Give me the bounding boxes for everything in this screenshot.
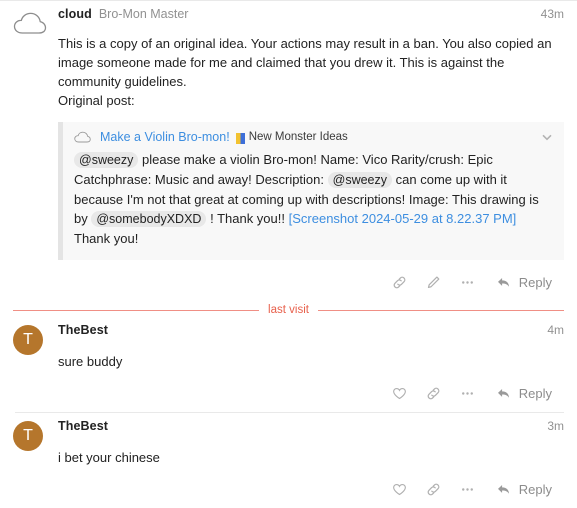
last-visit-line-left [13,309,260,311]
forum-thread: cloud Bro-Mon Master 43m This is a copy … [0,0,577,508]
post-text: i bet your chinese [58,450,160,465]
last-visit-label: last visit [268,304,309,316]
mention-pill[interactable]: @somebodyXDXD [91,211,207,227]
post-body: TheBest 3m i bet your chinese Reply [58,413,564,508]
last-visit-divider: last visit [13,303,564,317]
quoted-post-category[interactable]: New Monster Ideas [249,131,348,143]
reply-arrow-icon [497,484,509,494]
more-options-icon[interactable] [459,385,476,402]
category-badge-icon [235,132,245,144]
post-item: cloud Bro-Mon Master 43m This is a copy … [0,1,577,301]
cloud-icon [74,131,91,142]
quoted-post-body: @sweezy please make a violin Bro-mon! Na… [63,150,564,260]
reply-arrow-icon [497,388,509,398]
post-body: TheBest 4m sure buddy Reply [58,317,564,412]
heart-like-icon[interactable] [391,481,408,498]
quote-segment: Thank you! [74,231,139,246]
reply-label: Reply [518,386,552,401]
link-icon[interactable] [391,274,408,291]
post-username[interactable]: TheBest [58,323,108,337]
heart-like-icon[interactable] [391,385,408,402]
quoted-post-header[interactable]: Make a Violin Bro-mon! New Monster Ideas [63,122,564,150]
avatar-column: T [13,413,58,451]
mention-pill[interactable]: @sweezy [74,152,139,168]
post-user-title: Bro-Mon Master [98,7,189,21]
post-header: TheBest 3m [58,419,564,437]
chevron-down-icon[interactable] [540,130,554,144]
post-timestamp[interactable]: 3m [547,419,564,433]
post-header: cloud Bro-Mon Master 43m [58,7,564,25]
more-options-icon[interactable] [459,274,476,291]
post-text: sure buddy [58,354,123,369]
quoted-post: Make a Violin Bro-mon! New Monster Ideas… [58,122,564,260]
edit-pencil-icon[interactable] [425,274,442,291]
mention-pill[interactable]: @sweezy [327,172,393,188]
avatar[interactable]: T [13,421,43,451]
cloud-avatar[interactable] [13,9,47,39]
post-username[interactable]: cloud [58,7,92,21]
reply-label: Reply [518,275,552,290]
link-icon[interactable] [425,481,442,498]
quoted-post-title-link[interactable]: Make a Violin Bro-mon! [100,130,230,144]
reply-button[interactable]: Reply [495,385,552,402]
post-item: T TheBest 3m i bet your chinese Reply [0,413,577,508]
post-timestamp[interactable]: 43m [541,7,564,21]
post-text: This is a copy of an original idea. Your… [58,34,564,110]
post-timestamp[interactable]: 4m [547,323,564,337]
reply-arrow-icon [497,277,509,287]
post-username[interactable]: TheBest [58,419,108,433]
reply-button[interactable]: Reply [495,274,552,291]
avatar[interactable]: T [13,325,43,355]
reply-label: Reply [518,482,552,497]
post-body: cloud Bro-Mon Master 43m This is a copy … [58,1,564,301]
post-item: T TheBest 4m sure buddy Reply [0,317,577,412]
avatar-column: T [13,317,58,355]
last-visit-line-right [317,309,564,311]
more-options-icon[interactable] [459,481,476,498]
avatar-column [13,1,58,39]
attachment-link[interactable]: [Screenshot 2024-05-29 at 8.22.37 PM] [289,211,517,226]
post-text-line: Original post: [58,93,135,108]
post-actions: Reply [58,375,564,412]
post-header: TheBest 4m [58,323,564,341]
reply-button[interactable]: Reply [495,481,552,498]
post-actions: Reply [58,264,564,301]
quote-segment: ! Thank you!! [210,211,285,226]
post-actions: Reply [58,471,564,508]
link-icon[interactable] [425,385,442,402]
